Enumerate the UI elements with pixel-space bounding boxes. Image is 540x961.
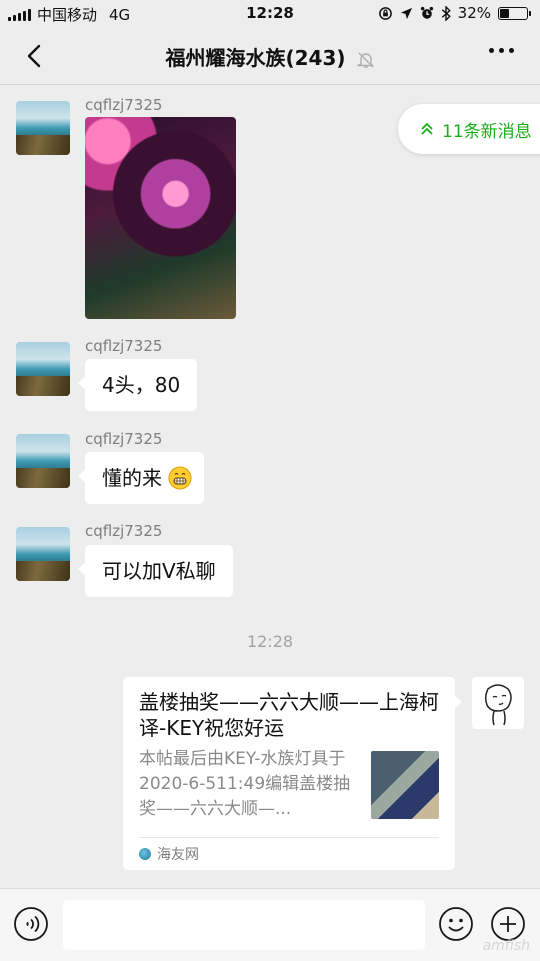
- sender-name: cqflzj7325: [85, 96, 163, 114]
- link-card-title: 盖楼抽奖——六六大顺——上海柯译-KEY祝您好运: [139, 690, 439, 740]
- plus-icon[interactable]: [490, 906, 526, 942]
- message-bubble[interactable]: 4头，80: [77, 359, 198, 411]
- avatar[interactable]: [16, 527, 70, 581]
- avatar[interactable]: [16, 101, 70, 155]
- mute-bell-icon: [356, 52, 374, 68]
- chat-header: 福州耀海水族(243): [0, 28, 540, 85]
- doodle-face-icon: [484, 684, 512, 726]
- input-bar: [0, 888, 540, 961]
- message-text: 懂的来: [102, 466, 162, 490]
- chat-timestamp: 12:28: [246, 632, 294, 651]
- site-logo-icon: [139, 848, 151, 860]
- message-bubble[interactable]: 懂的来: [77, 452, 205, 504]
- grin-emoji-icon: [168, 466, 192, 490]
- self-avatar[interactable]: [472, 677, 524, 729]
- battery-icon: [498, 6, 531, 20]
- chat-title-wrap: 福州耀海水族(243): [0, 42, 540, 71]
- link-card-description: 本帖最后由KEY-水族灯具于2020-6-511:49编辑盖楼抽奖——六六大顺—…: [139, 749, 351, 819]
- link-card-thumbnail: [371, 751, 439, 819]
- alarm-icon: [420, 6, 433, 19]
- link-card-source-label: 海友网: [157, 847, 199, 863]
- sender-name: cqflzj7325: [85, 337, 163, 355]
- status-bar: 中国移动 4G 12:28 32%: [0, 0, 540, 28]
- sender-name: cqflzj7325: [85, 522, 163, 540]
- voice-input-icon[interactable]: [13, 906, 49, 942]
- chat-title: 福州耀海水族(243): [165, 46, 346, 70]
- emoji-icon[interactable]: [438, 906, 474, 942]
- sender-name: cqflzj7325: [85, 430, 163, 448]
- watermark: amfish: [482, 938, 530, 954]
- more-options-icon[interactable]: [489, 48, 514, 53]
- double-chevron-up-icon: [421, 122, 433, 135]
- battery-percent: 32%: [457, 4, 491, 22]
- message-input[interactable]: [63, 900, 425, 950]
- bluetooth-icon: [441, 5, 451, 21]
- link-card-source: 海友网: [139, 837, 439, 870]
- message-photo[interactable]: [85, 117, 236, 319]
- avatar[interactable]: [16, 434, 70, 488]
- message-bubble[interactable]: 可以加V私聊: [78, 545, 233, 597]
- link-card[interactable]: 盖楼抽奖——六六大顺——上海柯译-KEY祝您好运 本帖最后由KEY-水族灯具于2…: [123, 677, 462, 870]
- avatar[interactable]: [16, 342, 70, 396]
- new-messages-label: 11条新消息: [442, 121, 532, 142]
- new-messages-button[interactable]: 11条新消息: [398, 104, 540, 154]
- orientation-lock-icon: [378, 6, 392, 20]
- location-icon: [400, 7, 412, 19]
